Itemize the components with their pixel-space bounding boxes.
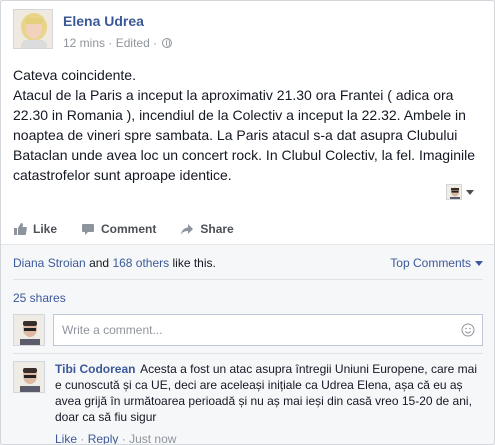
top-comments-dropdown[interactable]: Top Comments (390, 256, 483, 270)
comment-separator: · (80, 432, 85, 445)
comment-body: Tibi Codorean Acesta a fost un atac asup… (55, 361, 480, 425)
chevron-down-icon (475, 261, 483, 266)
comment-like-link[interactable]: Like (55, 432, 77, 444)
post-card: Elena Udrea 12 mins · Edited · Cateva co… (0, 0, 495, 445)
author-name[interactable]: Elena Udrea (63, 13, 144, 29)
likes-others-link[interactable]: 168 others (112, 256, 169, 270)
edited-label[interactable]: Edited (116, 36, 150, 50)
actor-avatar-image (447, 185, 461, 199)
top-comments-label: Top Comments (390, 256, 471, 270)
comment-separator: · (121, 432, 126, 445)
share-button[interactable]: Share (180, 219, 234, 239)
likes-summary: Diana Stroian and 168 others like this. … (13, 256, 483, 270)
thumbs-up-icon (14, 223, 27, 235)
comment-label: Comment (101, 222, 157, 236)
likes-and: and (89, 256, 110, 270)
comment-actions: Like · Reply · Just now (55, 432, 176, 445)
like-label: Like (33, 222, 58, 236)
chevron-down-icon[interactable] (466, 189, 474, 195)
likes-suffix: like this. (172, 256, 216, 270)
viewer-avatar-image (14, 315, 44, 345)
commenter-avatar-image (14, 362, 44, 392)
post-timestamp[interactable]: 12 mins (63, 36, 105, 50)
post-line: Cateva coincidente. (13, 67, 136, 83)
post-meta: 12 mins · Edited · (63, 36, 173, 50)
viewer-avatar[interactable] (13, 314, 45, 346)
post-text: Cateva coincidente. Atacul de la Paris a… (13, 65, 485, 185)
comment-input[interactable] (53, 314, 483, 346)
comment-button[interactable]: Comment (81, 219, 156, 239)
divider (13, 279, 483, 280)
post-header: Elena Udrea 12 mins · Edited · (13, 9, 483, 53)
speech-bubble-icon (82, 224, 95, 235)
shares-link[interactable]: 25 shares (13, 291, 66, 305)
share-arrow-icon (181, 224, 194, 235)
comment-timestamp[interactable]: Just now (129, 432, 176, 444)
globe-icon[interactable] (162, 38, 173, 48)
divider (13, 353, 483, 354)
post-actions: Like Comment Share (13, 219, 234, 239)
emoji-icon[interactable] (461, 323, 475, 337)
feedback-section: Diana Stroian and 168 others like this. … (1, 244, 494, 445)
liker-name[interactable]: Diana Stroian (13, 256, 86, 270)
comment-author[interactable]: Tibi Codorean (55, 362, 135, 376)
comment-reply-link[interactable]: Reply (88, 432, 119, 444)
author-avatar-image (14, 10, 52, 48)
post-controls (446, 182, 474, 202)
comment-composer (13, 314, 483, 346)
meta-separator: · (153, 36, 158, 50)
commenter-avatar[interactable] (13, 361, 45, 393)
meta-separator: · (108, 36, 113, 50)
actor-selector-avatar[interactable] (446, 184, 462, 200)
author-avatar[interactable] (13, 9, 53, 49)
post-line: Atacul de la Paris a inceput la aproxima… (13, 87, 475, 183)
like-button[interactable]: Like (13, 219, 57, 239)
share-label: Share (200, 222, 234, 236)
